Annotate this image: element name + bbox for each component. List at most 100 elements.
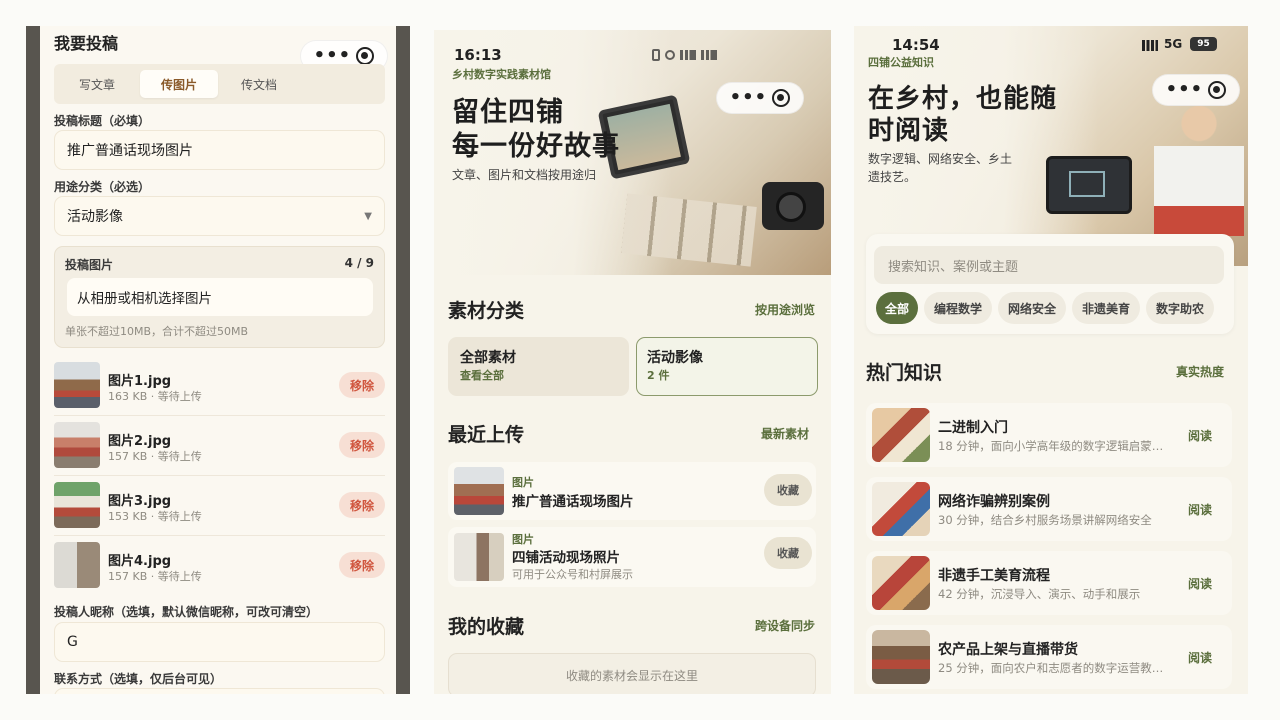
material-tag: 图片 bbox=[512, 533, 534, 546]
material-library-screen: 16:13 乡村数字实践素材馆 留住四铺 每一份好故事 文章、图片和文档按用途归… bbox=[434, 30, 831, 694]
read-button[interactable]: 阅读 bbox=[1188, 649, 1212, 666]
article-thumbnail bbox=[872, 556, 930, 610]
favorites-empty-state: 收藏的素材会显示在这里 bbox=[448, 653, 816, 694]
hero-description-1: 数字逻辑、网络安全、乡土 bbox=[868, 152, 1013, 166]
latest-material-link[interactable]: 最新素材 bbox=[761, 425, 809, 442]
browse-by-use-link[interactable]: 按用途浏览 bbox=[755, 301, 815, 318]
more-icon[interactable]: ••• bbox=[1166, 81, 1204, 99]
chip-coding-math[interactable]: 编程数学 bbox=[924, 292, 992, 324]
article-card[interactable]: 网络诈骗辨别案例 30 分钟，结合乡村服务场景讲解网络安全 阅读 bbox=[866, 477, 1232, 541]
image-thumbnail bbox=[54, 482, 100, 528]
file-name: 图片1.jpg bbox=[108, 374, 172, 389]
status-time: 16:13 bbox=[454, 46, 502, 64]
tab-image[interactable]: 传图片 bbox=[140, 70, 218, 98]
contact-label: 联系方式（选填，仅后台可见） bbox=[54, 672, 223, 686]
article-thumbnail bbox=[872, 630, 930, 684]
chip-digital-agriculture[interactable]: 数字助农 bbox=[1146, 292, 1214, 324]
read-button[interactable]: 阅读 bbox=[1188, 575, 1212, 592]
section-title-hot: 热门知识 bbox=[866, 362, 943, 384]
submission-tabs: 写文章 传图片 传文档 bbox=[54, 64, 385, 104]
tab-article[interactable]: 写文章 bbox=[64, 70, 130, 98]
section-title-favorites: 我的收藏 bbox=[448, 616, 525, 638]
app-subtitle: 乡村数字实践素材馆 bbox=[452, 68, 551, 81]
category-card-activity[interactable]: 活动影像 2 件 bbox=[636, 337, 818, 396]
chip-cyber-security[interactable]: 网络安全 bbox=[998, 292, 1066, 324]
favorite-button[interactable]: 收藏 bbox=[764, 474, 812, 506]
file-row: 图片2.jpg 157 KB · 等待上传 移除 bbox=[54, 416, 385, 476]
file-row: 图片3.jpg 153 KB · 等待上传 移除 bbox=[54, 476, 385, 536]
miniprogram-capsule[interactable]: ••• bbox=[1152, 74, 1240, 106]
title-input[interactable]: 推广普通话现场图片 bbox=[54, 130, 385, 170]
category-value: 活动影像 bbox=[67, 209, 123, 225]
more-icon[interactable]: ••• bbox=[314, 47, 352, 65]
article-desc: 18 分钟，面向小学高年级的数字逻辑启蒙… bbox=[938, 439, 1164, 453]
remove-button[interactable]: 移除 bbox=[339, 372, 385, 398]
remove-button[interactable]: 移除 bbox=[339, 552, 385, 578]
close-miniprogram-icon[interactable] bbox=[1208, 81, 1227, 99]
remove-button[interactable]: 移除 bbox=[339, 492, 385, 518]
file-row: 图片1.jpg 163 KB · 等待上传 移除 bbox=[54, 356, 385, 416]
close-miniprogram-icon[interactable] bbox=[356, 47, 375, 65]
category-sub: 查看全部 bbox=[460, 369, 504, 382]
hero-title-line2: 时阅读 bbox=[868, 116, 950, 146]
category-select[interactable]: 活动影像 ▼ bbox=[54, 196, 385, 236]
tablet-illustration bbox=[1046, 156, 1132, 214]
search-input[interactable]: 搜索知识、案例或主题 bbox=[874, 246, 1224, 284]
page-title: 我要投稿 bbox=[54, 34, 119, 53]
file-name: 图片3.jpg bbox=[108, 494, 172, 509]
material-thumbnail bbox=[454, 467, 504, 515]
category-card-all[interactable]: 全部素材 查看全部 bbox=[448, 337, 629, 396]
chip-all[interactable]: 全部 bbox=[876, 292, 918, 324]
status-icons bbox=[652, 48, 827, 62]
real-heat-link[interactable]: 真实热度 bbox=[1176, 363, 1224, 380]
section-title-category: 素材分类 bbox=[448, 300, 525, 322]
read-button[interactable]: 阅读 bbox=[1188, 427, 1212, 444]
file-meta: 157 KB · 等待上传 bbox=[108, 570, 202, 583]
file-meta: 163 KB · 等待上传 bbox=[108, 390, 202, 403]
tab-document[interactable]: 传文档 bbox=[226, 70, 292, 98]
remove-button[interactable]: 移除 bbox=[339, 432, 385, 458]
close-miniprogram-icon[interactable] bbox=[772, 89, 791, 107]
app-subtitle: 四铺公益知识 bbox=[868, 56, 934, 69]
article-card[interactable]: 农产品上架与直播带货 25 分钟，面向农户和志愿者的数字运营教… 阅读 bbox=[866, 625, 1232, 689]
article-desc: 42 分钟，沉浸导入、演示、动手和展示 bbox=[938, 587, 1141, 601]
battery-indicator: 95 bbox=[1190, 37, 1217, 51]
pick-images-button[interactable]: 从相册或相机选择图片 bbox=[67, 278, 373, 316]
nickname-input[interactable]: G bbox=[54, 622, 385, 662]
camera-illustration bbox=[762, 182, 824, 230]
miniprogram-capsule[interactable]: ••• bbox=[716, 82, 804, 114]
hero-description: 文章、图片和文档按用途归 bbox=[452, 168, 597, 182]
material-thumbnail bbox=[454, 533, 504, 581]
hero-description-2: 遗技艺。 bbox=[868, 170, 917, 184]
dropdown-arrow-icon: ▼ bbox=[364, 210, 372, 222]
favorite-button[interactable]: 收藏 bbox=[764, 537, 812, 569]
article-title: 非遗手工美育流程 bbox=[938, 568, 1050, 584]
article-card[interactable]: 二进制入门 18 分钟，面向小学高年级的数字逻辑启蒙… 阅读 bbox=[866, 403, 1232, 467]
image-thumbnail bbox=[54, 362, 100, 408]
cross-device-sync-link[interactable]: 跨设备同步 bbox=[755, 617, 815, 634]
contact-input[interactable] bbox=[54, 688, 385, 694]
category-title: 全部素材 bbox=[460, 350, 516, 366]
children-illustration bbox=[1154, 86, 1244, 236]
article-thumbnail bbox=[872, 408, 930, 462]
material-title: 四铺活动现场照片 bbox=[512, 550, 620, 566]
file-name: 图片4.jpg bbox=[108, 554, 172, 569]
images-label: 投稿图片 bbox=[65, 258, 114, 272]
images-count: 4 / 9 bbox=[344, 256, 374, 270]
image-thumbnail bbox=[54, 422, 100, 468]
recent-item[interactable]: 图片 推广普通话现场图片 收藏 bbox=[448, 462, 816, 520]
status-time: 14:54 bbox=[892, 36, 940, 54]
knowledge-screen: 14:54 5G 95 四铺公益知识 在乡村，也能随 时阅读 数字逻辑、网络安全… bbox=[854, 26, 1248, 694]
more-icon[interactable]: ••• bbox=[730, 89, 768, 107]
chip-heritage-art[interactable]: 非遗美育 bbox=[1072, 292, 1140, 324]
nickname-label: 投稿人昵称（选填，默认微信昵称，可改可清空） bbox=[54, 605, 319, 619]
article-title: 二进制入门 bbox=[938, 420, 1008, 436]
recent-item[interactable]: 图片 四铺活动现场照片 可用于公众号和村屏展示 收藏 bbox=[448, 527, 816, 587]
article-title: 网络诈骗辨别案例 bbox=[938, 494, 1050, 510]
file-row: 图片4.jpg 157 KB · 等待上传 移除 bbox=[54, 536, 385, 596]
read-button[interactable]: 阅读 bbox=[1188, 501, 1212, 518]
search-filter-card: 搜索知识、案例或主题 全部 编程数学 网络安全 非遗美育 数字助农 bbox=[866, 234, 1234, 334]
article-thumbnail bbox=[872, 482, 930, 536]
article-card[interactable]: 非遗手工美育流程 42 分钟，沉浸导入、演示、动手和展示 阅读 bbox=[866, 551, 1232, 615]
network-type: 5G bbox=[1164, 37, 1183, 51]
